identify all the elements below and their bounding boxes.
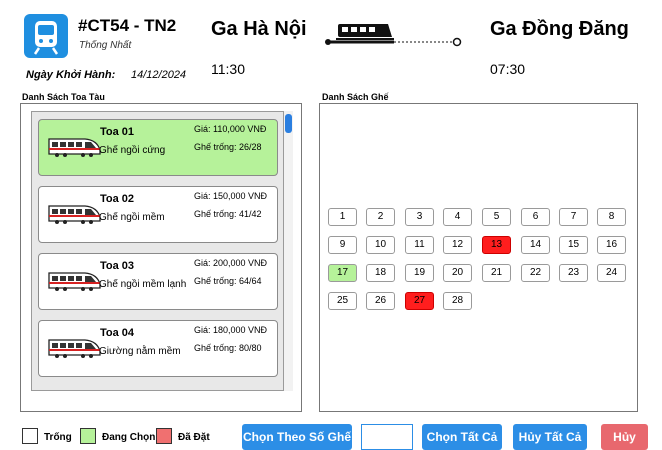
carriage-free-seats: Ghế trống: 80/80 [194,343,262,353]
seat-button[interactable]: 8 [597,208,626,226]
legend-choosing-label: Đang Chọn [102,432,156,443]
carriage-card[interactable]: Toa 01 Ghế ngồi cứng Giá: 110,000 VNĐ Ghế t… [38,119,278,176]
seat-button[interactable]: 25 [328,292,357,310]
seat-button[interactable]: 1 [328,208,357,226]
carriage-price: Giá: 180,000 VNĐ [194,325,268,335]
carriage-type: Ghế ngồi mềm [99,212,165,223]
seat-button[interactable]: 16 [597,236,626,254]
seat-button[interactable]: 15 [559,236,588,254]
seat-button[interactable]: 13 [482,236,511,254]
carriage-card[interactable]: Toa 03 Ghế ngồi mềm lạnh Giá: 200,000 VNĐ G… [38,253,278,310]
departure-label: Ngày Khởi Hành: [26,69,116,81]
carriage-name: Toa 02 [100,193,135,205]
seat-button[interactable]: 20 [443,264,472,282]
carriage-type: Ghế ngồi cứng [99,145,166,156]
to-station: Ga Đồng Đăng [490,18,629,40]
departure-date: 14/12/2024 [131,69,187,81]
seat-button[interactable]: 28 [443,292,472,310]
seat-button[interactable]: 5 [482,208,511,226]
seat-button[interactable]: 9 [328,236,357,254]
carriage-scrollbar[interactable] [284,111,293,391]
select-by-number-button[interactable]: Chọn Theo Số Ghế [242,424,352,450]
seat-button[interactable]: 21 [482,264,511,282]
seat-button[interactable]: 10 [366,236,395,254]
train-subtitle: Thống Nhất [79,40,132,51]
legend-empty-swatch [22,428,38,444]
train-car-icon [47,267,101,293]
cancel-all-button[interactable]: Hủy Tất Cả [513,424,587,450]
seat-button[interactable]: 14 [521,236,550,254]
carriage-name: Toa 03 [100,260,135,272]
legend-empty-label: Trống [44,432,72,443]
carriage-card[interactable]: Toa 04 Giường nằm mềm Giá: 180,000 VNĐ Ghế … [38,320,278,377]
carriage-free-seats: Ghế trống: 64/64 [194,276,262,286]
seat-button[interactable]: 26 [366,292,395,310]
seat-button[interactable]: 12 [443,236,472,254]
carriage-free-seats: Ghế trống: 41/42 [194,209,262,219]
legend-taken-label: Đã Đặt [178,432,210,443]
carriage-type: Ghế ngồi mềm lạnh [99,279,187,290]
seat-button[interactable]: 3 [405,208,434,226]
seat-button[interactable]: 17 [328,264,357,282]
train-code: #CT54 - TN2 [78,16,177,35]
seat-button[interactable]: 4 [443,208,472,226]
carriage-price: Giá: 110,000 VNĐ [194,124,267,134]
carriage-type: Giường nằm mềm [99,346,181,357]
seat-button[interactable]: 2 [366,208,395,226]
seat-number-input[interactable] [361,424,413,450]
seat-button[interactable]: 11 [405,236,434,254]
seat-button[interactable]: 7 [559,208,588,226]
carriage-price: Giá: 150,000 VNĐ [194,191,268,201]
seat-list-title: Danh Sách Ghế [322,92,389,102]
carriage-free-seats: Ghế trống: 26/28 [194,142,262,152]
seat-button[interactable]: 24 [597,264,626,282]
select-all-button[interactable]: Chọn Tất Cả [422,424,502,450]
seat-button[interactable]: 23 [559,264,588,282]
to-time: 07:30 [490,61,526,77]
carriage-scroll-thumb[interactable] [285,114,292,133]
cancel-button[interactable]: Hủy [601,424,648,450]
train-logo-icon [24,14,68,58]
seat-button[interactable]: 19 [405,264,434,282]
seat-panel [319,103,638,412]
seat-button[interactable]: 18 [366,264,395,282]
carriage-list-title: Danh Sách Toa Tàu [22,92,105,102]
from-time: 11:30 [211,61,245,77]
carriage-price: Giá: 200,000 VNĐ [194,258,268,268]
carriage-name: Toa 01 [100,126,135,138]
legend-taken-swatch [156,428,172,444]
legend-choosing-swatch [80,428,96,444]
from-station: Ga Hà Nội [211,18,307,40]
carriage-card[interactable]: Toa 02 Ghế ngồi mềm Giá: 150,000 VNĐ Ghế tr… [38,186,278,243]
seat-button[interactable]: 6 [521,208,550,226]
seat-button[interactable]: 22 [521,264,550,282]
carriage-name: Toa 04 [100,327,135,339]
train-car-icon [47,334,101,360]
seat-button[interactable]: 27 [405,292,434,310]
train-car-icon [47,133,101,159]
train-car-icon [47,200,101,226]
route-train-icon [322,20,462,54]
